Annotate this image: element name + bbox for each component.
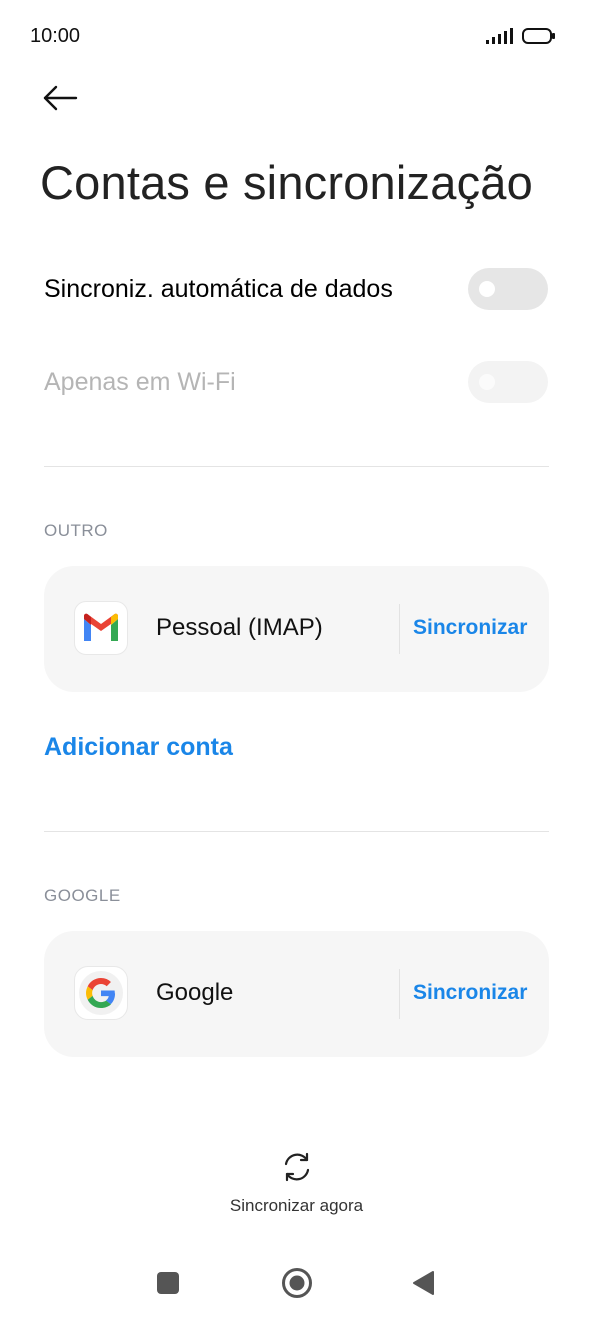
- section-header-google: GOOGLE: [44, 886, 121, 905]
- divider: [44, 466, 549, 467]
- gmail-icon: [74, 601, 128, 655]
- battery-icon: [522, 28, 555, 44]
- sync-button[interactable]: Sincronizar: [413, 981, 527, 1005]
- account-name: Pessoal (IMAP): [156, 614, 323, 641]
- sync-button[interactable]: Sincronizar: [413, 616, 527, 640]
- toggle-knob: [479, 281, 495, 297]
- back-arrow-icon[interactable]: [40, 80, 80, 116]
- wifi-only-toggle[interactable]: [468, 361, 548, 403]
- sync-icon: [284, 1152, 309, 1182]
- recent-apps-button[interactable]: [157, 1272, 179, 1294]
- sync-now-button[interactable]: Sincronizar agora: [0, 1150, 593, 1216]
- auto-sync-toggle[interactable]: [468, 268, 548, 310]
- account-card-google[interactable]: Google Sincronizar: [44, 931, 549, 1057]
- google-icon: [74, 966, 128, 1020]
- add-account-button[interactable]: Adicionar conta: [44, 733, 233, 762]
- home-button[interactable]: [281, 1267, 313, 1299]
- section-header-other: OUTRO: [44, 521, 108, 540]
- separator: [399, 969, 400, 1019]
- auto-sync-label: Sincroniz. automática de dados: [44, 275, 393, 303]
- page-title: Contas e sincronização: [40, 156, 533, 209]
- account-name: Google: [156, 979, 234, 1006]
- account-card-imap[interactable]: Pessoal (IMAP) Sincronizar: [44, 566, 549, 692]
- signal-icon: [486, 28, 513, 44]
- sync-now-label: Sincronizar agora: [229, 1196, 364, 1215]
- nav-back-button[interactable]: [411, 1270, 435, 1296]
- status-time: 10:00: [30, 25, 81, 47]
- separator: [399, 604, 400, 654]
- toggle-knob: [479, 374, 495, 390]
- wifi-only-label: Apenas em Wi-Fi: [44, 368, 236, 396]
- divider: [44, 831, 549, 832]
